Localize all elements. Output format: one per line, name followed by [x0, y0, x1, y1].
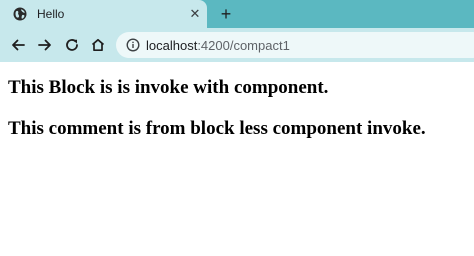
info-icon[interactable]: [126, 38, 140, 52]
arrow-left-icon: [12, 39, 25, 51]
tab-hello[interactable]: Hello ✕: [0, 0, 207, 28]
browser-toolbar: localhost:4200/compact1: [0, 28, 474, 62]
close-tab-button[interactable]: ✕: [187, 6, 203, 22]
url-path: :4200/compact1: [197, 38, 290, 53]
close-icon: ✕: [189, 6, 201, 21]
block-heading: This Block is is invoke with component.: [8, 77, 329, 98]
new-tab-button[interactable]: +: [215, 4, 237, 24]
forward-button[interactable]: [36, 36, 54, 54]
url-text[interactable]: localhost:4200/compact1: [146, 38, 290, 53]
page-content: This Block is is invoke with component. …: [0, 62, 474, 256]
tab-strip: Hello ✕ +: [0, 0, 474, 28]
arrow-right-icon: [38, 39, 51, 51]
home-button[interactable]: [89, 36, 107, 54]
address-bar[interactable]: localhost:4200/compact1: [116, 32, 474, 58]
home-icon: [91, 38, 105, 52]
back-button[interactable]: [9, 36, 27, 54]
reload-icon: [66, 39, 78, 51]
url-host: localhost: [146, 38, 198, 53]
comment-heading: This comment is from block less componen…: [8, 118, 426, 139]
tab-title: Hello: [37, 7, 65, 21]
globe-icon: [13, 7, 27, 21]
reload-button[interactable]: [63, 36, 81, 54]
plus-icon: +: [220, 4, 232, 24]
